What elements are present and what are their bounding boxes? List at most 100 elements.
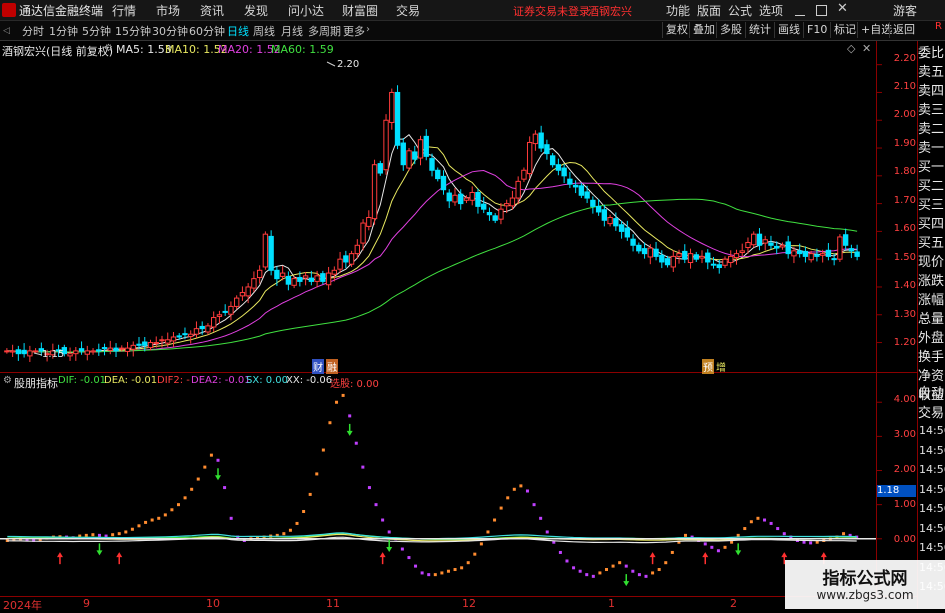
dif-label: DIF: -0.01 — [58, 375, 107, 386]
candle-body — [262, 233, 269, 268]
price-axis-label: 2.00 — [893, 109, 916, 120]
indicator-dot — [749, 520, 753, 524]
side-panel-item[interactable]: 买一 — [918, 158, 945, 178]
side-panel-item[interactable]: 换手 — [918, 348, 945, 368]
arrow-head — [96, 550, 103, 556]
side-panel-item[interactable]: 现价 — [918, 253, 945, 273]
price-axis-label: 1.20 — [893, 337, 916, 348]
side-panel-r-marker[interactable]: R — [935, 21, 942, 32]
candlestick — [147, 339, 154, 351]
side-panel-item[interactable]: 自动 — [918, 384, 945, 404]
event-marker-zeng[interactable]: 增 — [716, 359, 726, 374]
indicator-dot — [736, 533, 740, 537]
side-panel-item[interactable]: 卖二 — [918, 120, 945, 140]
side-panel-item[interactable]: 委比 — [918, 44, 945, 64]
price-axis-label: 1.30 — [893, 309, 916, 320]
diamond-icon[interactable]: ◇ — [847, 42, 855, 55]
candle-body — [791, 250, 797, 257]
candlestick — [383, 114, 389, 175]
price-axis-label: 1.40 — [893, 280, 916, 291]
side-panel-item[interactable]: 买二 — [918, 177, 945, 197]
settings-gear-icon[interactable]: ⚙ — [104, 43, 113, 54]
candlestick — [693, 251, 699, 262]
candle-body — [142, 341, 148, 346]
side-panel-item[interactable]: 卖五 — [918, 63, 945, 83]
candle-body — [636, 244, 642, 252]
candlestick — [526, 136, 533, 179]
indicator-dot — [196, 477, 200, 481]
candlestick — [113, 343, 119, 357]
candle-body — [774, 245, 780, 249]
candle-body — [291, 278, 297, 286]
candlestick — [394, 85, 401, 150]
indicator-dot — [446, 569, 450, 573]
indicator-line — [7, 532, 857, 540]
indicator-dot — [466, 561, 470, 565]
indicator-value-badge: 1.18 — [877, 485, 916, 497]
candle-body — [331, 269, 338, 275]
sub-settings-icon[interactable]: ⚙ — [3, 375, 12, 386]
dif2-label: DIF2: - — [157, 375, 190, 386]
candlestick — [532, 130, 539, 151]
side-panel-item[interactable]: 交易 — [918, 404, 945, 424]
indicator-dot — [637, 573, 641, 577]
candle-body — [796, 250, 803, 255]
candle-body — [481, 203, 487, 210]
indicator-dot — [802, 540, 806, 544]
candlestick — [572, 180, 579, 194]
indicator-dot — [558, 550, 562, 554]
side-panel-item[interactable]: 涨跌 — [918, 272, 945, 292]
candlestick — [687, 248, 694, 269]
side-panel-item[interactable]: 买五 — [918, 234, 945, 254]
candle-body — [630, 238, 636, 246]
indicator-dot — [203, 465, 207, 469]
side-panel-item[interactable]: 外盘 — [918, 329, 945, 349]
candlestick — [469, 186, 475, 206]
x-axis-label: 2024年 — [3, 599, 42, 612]
candle-body — [705, 252, 711, 263]
indicator-dot — [743, 527, 747, 531]
indicator-dot — [565, 559, 569, 563]
indicator-dot — [216, 458, 220, 462]
candlestick — [124, 341, 131, 357]
indicator-dot — [519, 484, 523, 488]
event-marker-yu[interactable]: 预 — [702, 359, 714, 374]
high-label: 2.20 — [337, 59, 360, 70]
candlestick — [417, 135, 424, 166]
side-panel-item[interactable]: 卖四 — [918, 82, 945, 102]
side-panel-item[interactable]: 总量 — [918, 310, 945, 330]
candle-body — [193, 328, 200, 335]
candlestick — [84, 345, 90, 361]
candlestick — [389, 88, 395, 130]
xx-label: XX: -0.06 — [286, 375, 333, 386]
event-marker-cai[interactable]: 财 — [312, 359, 324, 374]
candle-body — [710, 263, 717, 266]
side-panel-item[interactable]: 卖三 — [918, 101, 945, 121]
side-panel-item[interactable]: 买三 — [918, 196, 945, 216]
low-label: 1.15 — [42, 349, 65, 360]
candle-body — [693, 254, 699, 260]
indicator-dot — [341, 393, 345, 397]
indicator-dot — [387, 530, 391, 534]
candlestick — [751, 231, 757, 248]
chart-canvas[interactable] — [0, 0, 945, 609]
indicator-dot — [512, 487, 516, 491]
chart-close-icon[interactable]: ✕ — [862, 42, 871, 55]
candlestick — [481, 196, 487, 214]
sell-arrow-icon — [735, 543, 742, 556]
candlestick — [21, 343, 27, 358]
candle-body — [584, 191, 590, 199]
indicator-dot — [664, 561, 668, 565]
candle-body — [256, 269, 263, 279]
event-marker-rong[interactable]: 融 — [326, 359, 338, 374]
indicator-dot — [532, 503, 536, 507]
candle-body — [756, 233, 763, 246]
candlestick — [371, 159, 378, 225]
price-axis-label: 2.10 — [893, 81, 916, 92]
candle-body — [435, 169, 441, 180]
candle-body — [205, 325, 211, 333]
side-panel-item[interactable]: 买四 — [918, 215, 945, 235]
side-panel-item[interactable]: 卖一 — [918, 139, 945, 159]
side-panel-item[interactable]: 涨幅 — [918, 291, 945, 311]
candle-body — [733, 253, 740, 259]
